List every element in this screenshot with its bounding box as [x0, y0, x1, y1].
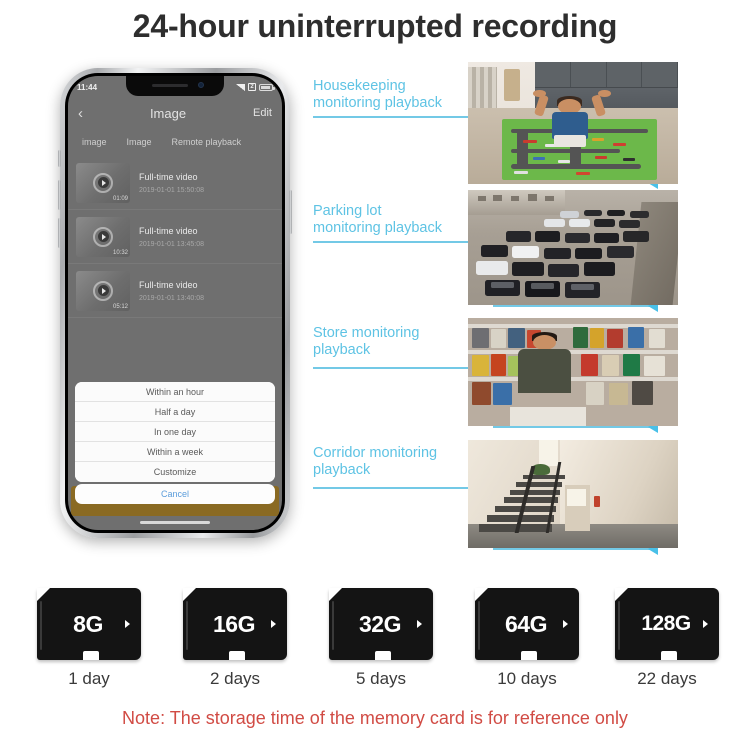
callout-corridor: Corridor monitoring playback — [313, 445, 437, 479]
action-sheet-option-half-a-day[interactable]: Half a day — [75, 402, 275, 422]
triangle-icon — [563, 620, 568, 628]
tab-image-lower[interactable]: image — [82, 137, 107, 147]
scene-store — [468, 318, 678, 426]
phone-bezel: 11:44 2 ‹ Image Edit image Image Remote … — [65, 73, 285, 533]
phone-volume-up-button[interactable] — [58, 180, 61, 210]
sd-card-icon: 64G — [475, 588, 579, 660]
triangle-icon — [417, 620, 422, 628]
video-thumbnail[interactable]: 05:12 — [76, 270, 130, 311]
home-indicator[interactable] — [140, 521, 210, 524]
video-meta: Full-time video 2019-01-01 15:50:08 — [139, 172, 274, 194]
edit-button[interactable]: Edit — [253, 107, 272, 119]
callout-label: Housekeeping monitoring playback — [313, 78, 442, 111]
video-duration: 10:32 — [112, 249, 128, 256]
video-timestamp: 2019-01-01 13:40:08 — [139, 294, 204, 302]
app-nav-bar: ‹ Image Edit — [68, 98, 282, 128]
front-camera-icon — [198, 82, 204, 88]
video-timestamp: 2019-01-01 13:45:08 — [139, 240, 204, 248]
memory-card-8g: 8G 1 day — [14, 588, 164, 689]
callout-label: Parking lot monitoring playback — [313, 203, 442, 236]
video-meta: Full-time video 2019-01-01 13:40:08 — [139, 280, 274, 302]
callout-parking-lot: Parking lot monitoring playback — [313, 203, 442, 237]
video-duration: 01:09 — [112, 195, 128, 202]
sd-card-days: 10 days — [497, 669, 557, 688]
sd-card-days: 2 days — [209, 669, 261, 688]
sd-card-days: 22 days — [637, 669, 697, 688]
sd-card-icon: 8G — [37, 588, 141, 660]
video-meta: Full-time video 2019-01-01 13:45:08 — [139, 226, 274, 248]
phone-notch — [126, 76, 224, 96]
sd-card-capacity: 128G — [641, 612, 691, 635]
scene-parking-lot — [468, 190, 678, 305]
callout-line-2-h2 — [493, 305, 651, 307]
callout-line-3-h2 — [493, 426, 651, 428]
tab-bar: image Image Remote playback — [68, 128, 282, 156]
list-item[interactable]: 01:09 Full-time video 2019-01-01 15:50:0… — [68, 156, 282, 210]
list-item[interactable]: 05:12 Full-time video 2019-01-01 13:40:0… — [68, 264, 282, 318]
sd-card-capacity: 32G — [359, 610, 401, 637]
play-icon[interactable] — [93, 172, 113, 193]
earpiece-speaker-icon — [152, 84, 188, 87]
status-bar-time: 11:44 — [77, 82, 98, 92]
status-bar-indicators: 2 — [236, 83, 275, 91]
video-thumbnail[interactable]: 10:32 — [76, 216, 130, 257]
action-sheet-option-within-a-week[interactable]: Within a week — [75, 442, 275, 462]
callout-housekeeping: Housekeeping monitoring playback — [313, 78, 442, 112]
callout-line-4-h2 — [493, 548, 651, 550]
video-duration: 05:12 — [112, 303, 128, 310]
video-title: Full-time video — [139, 279, 198, 290]
cancel-button[interactable]: Cancel — [75, 484, 275, 504]
phone-volume-down-button[interactable] — [58, 218, 61, 248]
triangle-icon — [271, 620, 276, 628]
phone-power-button[interactable] — [289, 190, 292, 234]
callout-store: Store monitoring playback — [313, 325, 419, 359]
signal-icon — [236, 83, 245, 91]
sd-card-days: 1 day — [68, 669, 110, 688]
sd-card-icon: 16G — [183, 588, 287, 660]
sd-card-icon: 128G — [615, 588, 719, 660]
action-sheet-option-within-an-hour[interactable]: Within an hour — [75, 382, 275, 402]
sd-card-capacity: 64G — [505, 610, 547, 637]
phone-screen: 11:44 2 ‹ Image Edit image Image Remote … — [68, 76, 282, 530]
phone-mute-switch[interactable] — [58, 150, 61, 167]
sd-card-capacity: 16G — [213, 610, 255, 637]
video-title: Full-time video — [139, 225, 198, 236]
page-title: 24-hour uninterrupted recording — [132, 8, 618, 44]
video-timestamp: 2019-01-01 15:50:08 — [139, 186, 204, 194]
action-sheet-options[interactable]: Within an hour Half a day In one day Wit… — [75, 382, 275, 482]
memory-card-row: 8G 1 day 16G 2 days 32G 5 days 64G 10 da… — [0, 588, 750, 688]
list-item[interactable]: 10:32 Full-time video 2019-01-01 13:45:0… — [68, 210, 282, 264]
play-icon[interactable] — [93, 280, 113, 301]
wifi-icon: 2 — [248, 83, 256, 91]
nav-title: Image — [149, 105, 187, 121]
sd-card-days: 5 days — [355, 669, 407, 688]
callout-label: Corridor monitoring playback — [313, 445, 438, 478]
action-sheet-option-in-one-day[interactable]: In one day — [75, 422, 275, 442]
action-sheet[interactable]: Within an hour Half a day In one day Wit… — [75, 382, 275, 482]
action-sheet-cancel-wrap[interactable]: Cancel — [75, 484, 275, 504]
tab-remote-playback[interactable]: Remote playback — [172, 137, 242, 147]
tab-image[interactable]: Image — [127, 137, 152, 147]
sd-card-capacity: 8G — [73, 610, 103, 637]
play-icon[interactable] — [93, 226, 113, 247]
scene-housekeeping — [468, 62, 678, 184]
callout-label: Store monitoring playback — [313, 325, 420, 358]
action-sheet-option-customize[interactable]: Customize — [75, 462, 275, 482]
memory-card-32g: 32G 5 days — [306, 588, 456, 689]
memory-card-64g: 64G 10 days — [452, 588, 602, 689]
battery-icon — [259, 83, 275, 91]
sd-card-icon: 32G — [329, 588, 433, 660]
triangle-icon — [703, 620, 708, 628]
scene-corridor — [468, 440, 678, 548]
memory-card-128g: 128G 22 days — [592, 588, 742, 689]
triangle-icon — [125, 620, 130, 628]
video-title: Full-time video — [139, 171, 198, 182]
reference-note: Note: The storage time of the memory car… — [122, 708, 628, 728]
memory-card-16g: 16G 2 days — [160, 588, 310, 689]
chevron-left-icon[interactable]: ‹ — [78, 106, 83, 121]
phone-frame: 11:44 2 ‹ Image Edit image Image Remote … — [58, 68, 292, 538]
phone-mockup: 11:44 2 ‹ Image Edit image Image Remote … — [58, 68, 292, 538]
video-thumbnail[interactable]: 01:09 — [76, 162, 130, 203]
